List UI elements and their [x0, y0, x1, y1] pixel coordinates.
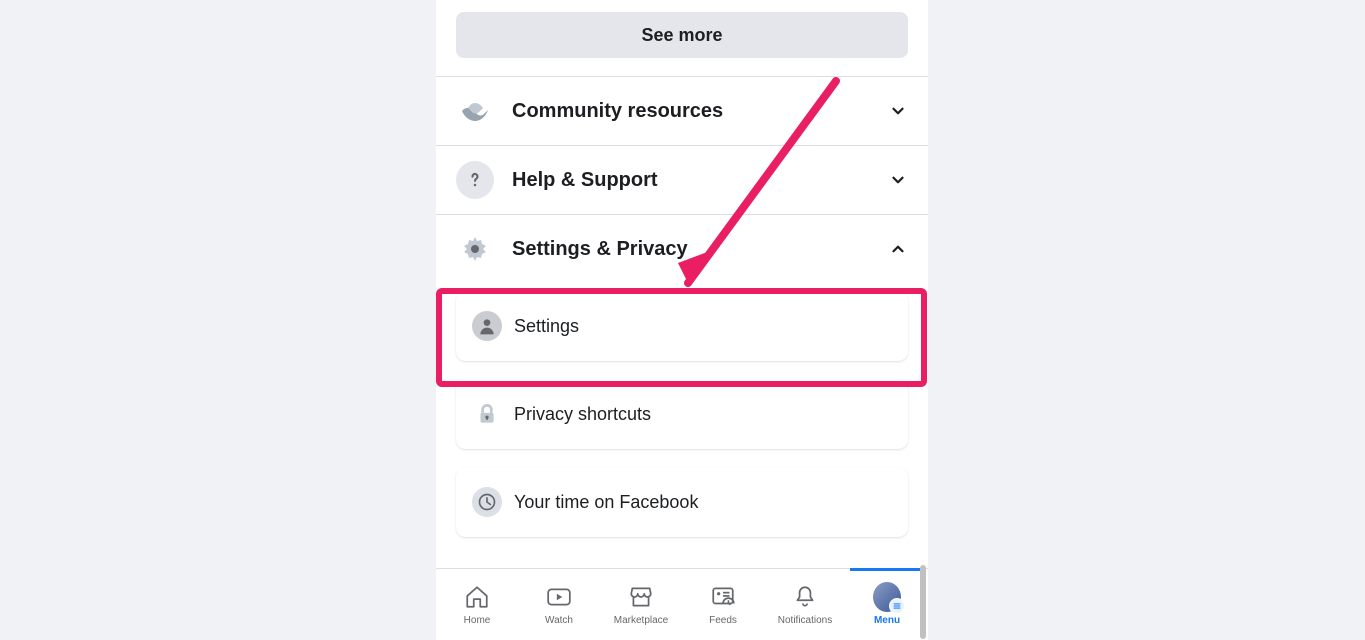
handshake-icon [456, 92, 494, 130]
nav-menu[interactable]: Menu [846, 569, 928, 640]
nav-home-label: Home [464, 615, 491, 626]
community-resources-row[interactable]: Community resources [456, 77, 908, 145]
nav-feeds[interactable]: Feeds [682, 569, 764, 640]
chevron-up-icon [888, 239, 908, 259]
chevron-down-icon [888, 101, 908, 121]
question-icon [456, 161, 494, 199]
scrollbar-thumb[interactable] [920, 565, 926, 639]
person-icon [472, 311, 502, 341]
phone-frame: See more Community resources Help & Supp… [436, 0, 928, 640]
settings-privacy-subitems: Settings Privacy shortcuts Your time on … [456, 283, 908, 559]
help-support-row[interactable]: Help & Support [456, 146, 908, 214]
gear-icon [456, 230, 494, 268]
nav-marketplace[interactable]: Marketplace [600, 569, 682, 640]
settings-privacy-label: Settings & Privacy [512, 238, 888, 261]
lock-icon [472, 399, 502, 429]
watch-icon [545, 583, 573, 611]
nav-home[interactable]: Home [436, 569, 518, 640]
home-icon [463, 583, 491, 611]
bottom-nav: Home Watch Marketplace Feeds Notificatio… [436, 568, 928, 640]
menu-content: See more Community resources Help & Supp… [436, 0, 928, 559]
see-more-button[interactable]: See more [456, 12, 908, 58]
chevron-down-icon [888, 170, 908, 190]
nav-marketplace-label: Marketplace [614, 615, 668, 626]
nav-feeds-label: Feeds [709, 615, 737, 626]
community-resources-label: Community resources [512, 100, 888, 123]
nav-watch[interactable]: Watch [518, 569, 600, 640]
marketplace-icon [627, 583, 655, 611]
nav-menu-label: Menu [874, 615, 900, 626]
settings-privacy-row[interactable]: Settings & Privacy [456, 215, 908, 283]
help-support-label: Help & Support [512, 169, 888, 192]
feeds-icon [709, 583, 737, 611]
clock-icon [472, 487, 502, 517]
your-time-sub-item[interactable]: Your time on Facebook [456, 467, 908, 537]
settings-sub-item[interactable]: Settings [456, 291, 908, 361]
menu-avatar-icon [873, 583, 901, 611]
nav-watch-label: Watch [545, 615, 573, 626]
privacy-shortcuts-sub-item[interactable]: Privacy shortcuts [456, 379, 908, 449]
nav-notifications[interactable]: Notifications [764, 569, 846, 640]
privacy-shortcuts-label: Privacy shortcuts [514, 404, 651, 425]
nav-notifications-label: Notifications [778, 615, 832, 626]
settings-label: Settings [514, 316, 579, 337]
your-time-label: Your time on Facebook [514, 492, 698, 513]
bell-icon [791, 583, 819, 611]
